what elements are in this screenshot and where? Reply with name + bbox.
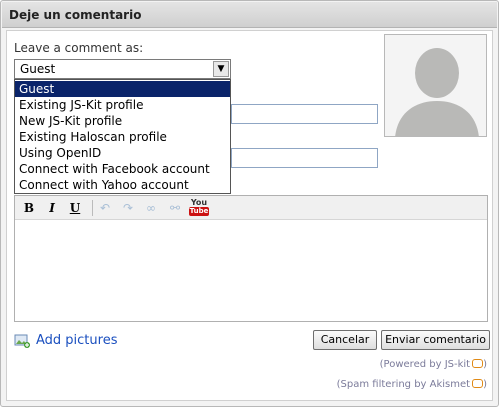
identity-select[interactable]: Guest ▼	[14, 59, 231, 79]
redo-icon[interactable]: ↷	[120, 200, 136, 216]
avatar	[384, 34, 487, 137]
email-field[interactable]	[231, 148, 378, 168]
link-icon[interactable]: ∞	[143, 200, 159, 216]
add-pictures-label: Add pictures	[36, 333, 118, 348]
comment-editor: B I U ↶ ↷ ∞ ⚯ You Tube	[14, 195, 488, 322]
add-picture-icon	[14, 334, 30, 348]
option-using-openid[interactable]: Using OpenID	[15, 145, 230, 161]
widget-title: Deje un comentario	[9, 8, 142, 22]
option-connect-yahoo[interactable]: Connect with Yahoo account	[15, 177, 230, 193]
default-avatar-icon	[385, 35, 486, 136]
toolbar-divider	[92, 200, 93, 216]
bold-icon[interactable]: B	[21, 200, 37, 216]
akismet-bubble-icon	[472, 379, 484, 388]
editor-toolbar: B I U ↶ ↷ ∞ ⚯ You Tube	[15, 196, 487, 220]
youtube-tube-text: Tube	[189, 207, 209, 216]
underline-icon[interactable]: U	[67, 200, 83, 216]
youtube-icon[interactable]: You Tube	[189, 198, 209, 218]
leave-comment-as-label: Leave a comment as:	[14, 41, 144, 55]
option-new-jskit-profile[interactable]: New JS-Kit profile	[15, 113, 230, 129]
chevron-down-icon[interactable]: ▼	[213, 61, 229, 77]
name-field[interactable]	[231, 104, 378, 124]
jskit-bubble-icon	[472, 359, 484, 368]
option-connect-facebook[interactable]: Connect with Facebook account	[15, 161, 230, 177]
widget-header: Deje un comentario	[2, 2, 497, 28]
spam-filtering-credit[interactable]: (Spam filtering by Akismet)	[337, 379, 487, 390]
cancel-button[interactable]: Cancelar	[313, 330, 377, 350]
powered-by-credit[interactable]: (Powered by JS-kit)	[380, 359, 487, 370]
italic-icon[interactable]: I	[44, 200, 60, 216]
identity-select-value: Guest	[20, 62, 56, 76]
option-existing-haloscan-profile[interactable]: Existing Haloscan profile	[15, 129, 230, 145]
unlink-icon[interactable]: ⚯	[166, 200, 184, 216]
submit-comment-button[interactable]: Enviar comentario	[381, 330, 490, 350]
identity-dropdown-list: Guest Existing JS-Kit profile New JS-Kit…	[14, 79, 231, 194]
powered-by-text: (Powered by JS-kit	[379, 359, 471, 370]
youtube-you-text: You	[190, 198, 208, 207]
option-existing-jskit-profile[interactable]: Existing JS-Kit profile	[15, 97, 230, 113]
undo-icon[interactable]: ↶	[97, 200, 113, 216]
option-guest[interactable]: Guest	[15, 81, 230, 97]
spam-filtering-text: (Spam filtering by Akismet	[336, 379, 471, 390]
